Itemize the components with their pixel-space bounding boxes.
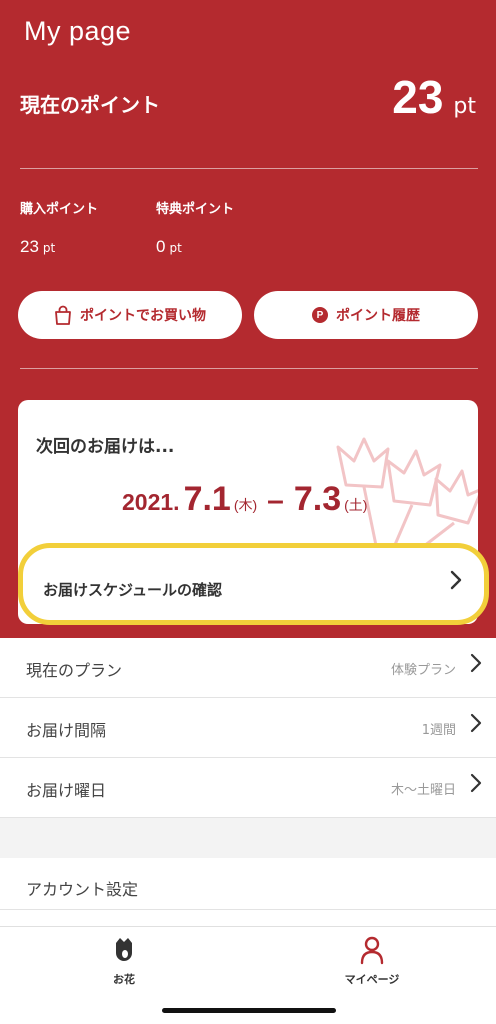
date-range-dash: –	[267, 484, 284, 517]
shop-with-points-label: ポイントでお買い物	[80, 308, 206, 324]
tab-flowers[interactable]: お花	[84, 935, 164, 987]
purchase-points-unit: pt	[42, 241, 56, 255]
home-indicator	[162, 1008, 336, 1013]
current-points-unit: pt	[453, 94, 476, 119]
delivery-schedule-label: お届けスケジュールの確認	[43, 581, 222, 599]
delivery-start-weekday: (木)	[233, 497, 258, 513]
tab-mypage[interactable]: マイページ	[332, 935, 412, 987]
tab-mypage-label: マイページ	[344, 973, 400, 986]
delivery-end-weekday: (土)	[344, 497, 368, 513]
chevron-right-icon	[470, 773, 482, 799]
points-p-icon: P	[312, 307, 328, 323]
settings-row-interval[interactable]: お届け間隔 1週間	[0, 698, 496, 758]
bonus-points-value: 0	[156, 237, 166, 256]
delivery-start-date: 7.1	[183, 480, 231, 518]
chevron-right-icon	[450, 570, 462, 596]
bonus-points-label: 特典ポイント	[156, 202, 235, 217]
settings-row-weekday[interactable]: お届け曜日 木〜土曜日	[0, 758, 496, 818]
shopping-bag-icon	[54, 305, 72, 325]
points-history-label: ポイント履歴	[336, 308, 420, 324]
section-gap	[0, 818, 496, 858]
purchase-points: 購入ポイント 23 pt	[20, 198, 98, 257]
settings-row-label: お届け間隔	[26, 721, 107, 740]
points-header: My page 現在のポイント 23 pt 購入ポイント 23 pt 特典ポイン…	[0, 0, 496, 640]
chevron-right-icon	[470, 653, 482, 679]
delivery-end-date: 7.3	[293, 480, 342, 518]
settings-row-label: お届け曜日	[26, 781, 107, 800]
delivery-date-range: 2021. 7.1 (木) – 7.3 (土)	[122, 480, 367, 519]
settings-row-label: 現在のプラン	[26, 661, 123, 680]
bonus-points-unit: pt	[169, 241, 182, 255]
settings-row-value: 1週間	[421, 723, 456, 738]
divider	[20, 168, 478, 169]
divider	[20, 368, 478, 369]
purchase-points-label: 購入ポイント	[20, 202, 99, 217]
flower-icon	[116, 938, 132, 961]
page-title: My page	[24, 16, 132, 46]
points-history-button[interactable]: P ポイント履歴	[254, 291, 478, 339]
chevron-right-icon	[470, 713, 482, 739]
next-delivery-title: 次回のお届けは...	[36, 437, 175, 457]
purchase-points-value: 23	[20, 237, 39, 256]
tab-flowers-label: お花	[113, 973, 135, 986]
current-points-label: 現在のポイント	[20, 93, 160, 117]
person-icon	[360, 936, 384, 965]
settings-row-value: 木〜土曜日	[390, 783, 456, 798]
account-settings-row[interactable]: アカウント設定	[0, 858, 496, 910]
delivery-year: 2021.	[122, 489, 180, 515]
account-settings-label: アカウント設定	[26, 880, 139, 899]
current-points-number: 23	[392, 71, 444, 123]
delivery-schedule-button[interactable]: お届けスケジュールの確認	[18, 543, 489, 625]
current-points-value: 23 pt	[392, 70, 476, 124]
shop-with-points-button[interactable]: ポイントでお買い物	[18, 291, 242, 339]
settings-row-plan[interactable]: 現在のプラン 体験プラン	[0, 638, 496, 698]
settings-row-value: 体験プラン	[390, 663, 456, 678]
bonus-points: 特典ポイント 0 pt	[156, 198, 234, 257]
